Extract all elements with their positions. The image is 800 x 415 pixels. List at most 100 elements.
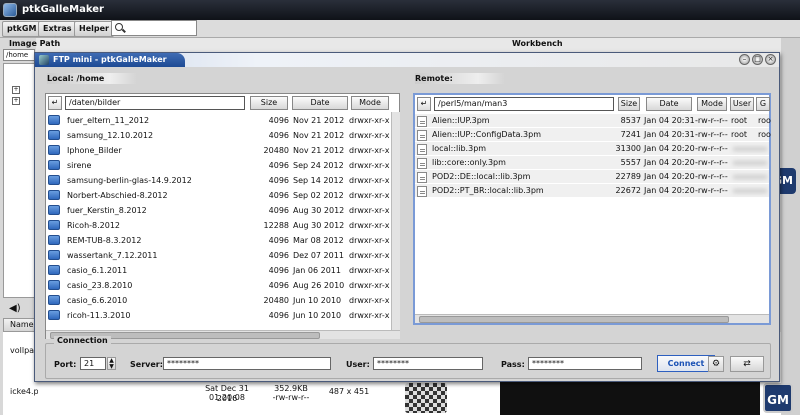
row-date: Mar 08 2012: [293, 236, 344, 245]
table-row[interactable]: POD2::PT_BR::local::lib.3pm 22672 Jan 04 2…: [415, 184, 769, 198]
remote-col-mode[interactable]: Mode: [697, 97, 727, 111]
maximize-icon[interactable]: □: [752, 54, 763, 65]
row-name: POD2::DE::local::lib.3pm: [432, 172, 531, 181]
image-thumbnail[interactable]: [405, 383, 447, 413]
row-mode: drwxr-xr-x: [349, 176, 390, 185]
row-name: samsung-berlin-glas-14.9.2012: [67, 176, 192, 185]
remote-hscroll-thumb[interactable]: [419, 316, 729, 323]
menu-ptkgm[interactable]: ptkGM: [2, 21, 42, 37]
remote-col-size[interactable]: Size: [618, 97, 640, 111]
remote-path-input[interactable]: /perl5/man/man3: [434, 97, 614, 111]
preview-area: [500, 380, 760, 415]
table-row[interactable]: REM-TUB-8.3.2012 4096 Mar 08 2012 drwxr-xr-…: [46, 233, 390, 248]
menu-helper[interactable]: Helper: [74, 21, 114, 37]
row-name: fuer_eltern_11_2012: [67, 116, 150, 125]
local-path-input[interactable]: /daten/bilder: [65, 96, 245, 110]
table-row[interactable]: ricoh-11.3.2010 4096 Jun 10 2010 drwxr-xr-x: [46, 308, 390, 323]
row-time: 01:20:08: [209, 393, 245, 402]
local-col-mode[interactable]: Mode: [351, 96, 389, 110]
table-row[interactable]: local::lib.3pm 31300 Jan 04 20:20 -rw-r--r-…: [415, 142, 769, 156]
table-row[interactable]: Alien::IUP::ConfigData.3pm 7241 Jan 04 20:…: [415, 128, 771, 142]
table-row[interactable]: casio_6.6.2010 20480 Jun 10 2010 drwxr-xr-x: [46, 293, 390, 308]
table-row[interactable]: samsung_12.10.2012 4096 Nov 21 2012 drwxr-x…: [46, 128, 390, 143]
row-mode: drwxr-xr-x: [349, 131, 390, 140]
port-input[interactable]: 21: [80, 357, 106, 370]
row-date: Jan 04 20:20: [644, 144, 695, 153]
list-item[interactable]: vollpa: [10, 346, 34, 355]
row-mode: drwxr-xr-x: [349, 296, 390, 305]
row-mode: -rw-r--r--: [695, 172, 728, 181]
right-panel: [781, 38, 800, 415]
table-row[interactable]: Ricoh-8.2012 12288 Aug 30 2012 drwxr-xr-x: [46, 218, 390, 233]
row-size: 31300: [615, 144, 641, 153]
settings-gear-icon[interactable]: ⚙: [708, 356, 724, 372]
local-col-size[interactable]: Size: [250, 96, 288, 110]
table-row[interactable]: fuer_Kerstin_8.2012 4096 Aug 30 2012 drwxr-…: [46, 203, 390, 218]
port-label: Port:: [54, 360, 77, 369]
server-input[interactable]: ********: [163, 357, 331, 370]
row-mode: -rw-r--r--: [695, 116, 728, 125]
column-header-name[interactable]: Name: [3, 318, 35, 332]
row-name: casio_23.8.2010: [67, 281, 133, 290]
close-icon[interactable]: ×: [765, 54, 776, 65]
remote-col-date[interactable]: Date: [646, 97, 692, 111]
pass-label: Pass:: [501, 360, 525, 369]
row-mode: -rw-r--r--: [695, 186, 728, 195]
row-size: 22672: [615, 186, 641, 195]
port-stepper[interactable]: ▲ ▼: [107, 357, 116, 370]
table-row[interactable]: Alien::IUP.3pm 8537 Jan 04 20:31 -rw-r--r--…: [415, 114, 771, 128]
local-vscroll[interactable]: [391, 112, 400, 330]
row-date: Dez 07 2011: [293, 251, 344, 260]
dialog-titlebar[interactable]: FTP mini - ptkGalleMaker – □ ×: [35, 53, 779, 67]
tree-expand-icon[interactable]: +: [12, 86, 20, 94]
row-mode: drwxr-xr-x: [349, 281, 390, 290]
row-mode: -rw-r--r--: [695, 158, 728, 167]
remote-col-user[interactable]: User: [730, 97, 754, 111]
transfer-icon[interactable]: ⇄: [730, 356, 764, 372]
table-row[interactable]: wassertank_7.12.2011 4096 Dez 07 2011 drwxr…: [46, 248, 390, 263]
row-date: Jan 04 20:20: [644, 158, 695, 167]
row-group: roo: [758, 116, 771, 125]
folder-icon: [48, 220, 60, 230]
local-col-date[interactable]: Date: [292, 96, 348, 110]
server-label: Server:: [130, 360, 163, 369]
table-row[interactable]: Norbert-Abschied-8.2012 4096 Sep 02 2012 dr…: [46, 188, 390, 203]
table-row[interactable]: samsung-berlin-glas-14.9.2012 4096 Sep 14 …: [46, 173, 390, 188]
table-row[interactable]: lib::core::only.3pm 5557 Jan 04 20:20 -rw-r…: [415, 156, 769, 170]
minimize-icon[interactable]: –: [739, 54, 750, 65]
up-dir-icon[interactable]: ↵: [48, 96, 62, 110]
app-title: ptkGalleMaker: [22, 4, 104, 15]
row-size: 4096: [268, 206, 289, 215]
row-date: Jan 04 20:31: [644, 130, 695, 139]
user-input[interactable]: ********: [373, 357, 483, 370]
connect-button[interactable]: Connect: [657, 355, 715, 372]
menu-extras[interactable]: Extras: [38, 21, 77, 37]
table-row[interactable]: casio_6.1.2011 4096 Jan 06 2011 drwxr-xr-x: [46, 263, 390, 278]
table-row[interactable]: fuer_eltern_11_2012 4096 Nov 21 2012 drwxr-…: [46, 113, 390, 128]
up-dir-icon[interactable]: ↵: [417, 97, 431, 111]
row-date: Jun 10 2010: [293, 311, 342, 320]
row-date: Jan 06 2011: [293, 266, 341, 275]
dialog-title-tab: FTP mini - ptkGalleMaker: [35, 53, 185, 67]
search-input[interactable]: [111, 20, 197, 36]
row-mode: drwxr-xr-x: [349, 206, 390, 215]
row-name: sirene: [67, 161, 92, 170]
row-date: Nov 21 2012: [293, 131, 345, 140]
table-row[interactable]: POD2::DE::local::lib.3pm 22789 Jan 04 20:2…: [415, 170, 769, 184]
user-label: User:: [346, 360, 370, 369]
table-row[interactable]: Iphone_Bilder 20480 Nov 21 2012 drwxr-xr-x: [46, 143, 390, 158]
tree-expand-icon[interactable]: +: [12, 97, 20, 105]
remote-hscroll[interactable]: [415, 314, 769, 323]
row-date: Sep 02 2012: [293, 191, 344, 200]
table-row[interactable]: casio_23.8.2010 4096 Aug 26 2010 drwxr-xr-x: [46, 278, 390, 293]
pass-input[interactable]: ********: [528, 357, 642, 370]
row-size: 4096: [268, 311, 289, 320]
table-row[interactable]: sirene 4096 Sep 24 2012 drwxr-xr-x: [46, 158, 390, 173]
image-path-input[interactable]: /home: [3, 49, 35, 61]
folder-tree[interactable]: + +: [3, 63, 35, 298]
file-icon: [417, 158, 427, 169]
speaker-icon[interactable]: ◀): [9, 303, 21, 314]
remote-col-group[interactable]: G: [756, 97, 770, 111]
row-size: 4096: [268, 131, 289, 140]
folder-icon: [48, 295, 60, 305]
